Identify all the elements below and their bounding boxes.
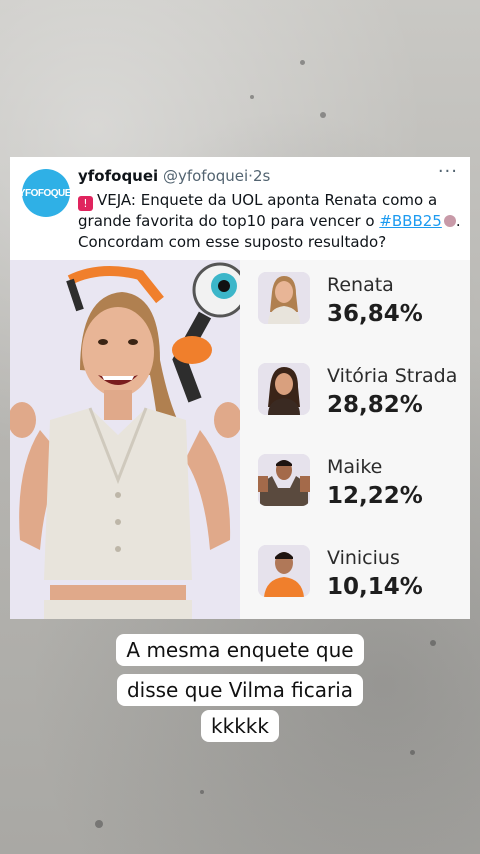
- renata-celebration-photo: [10, 260, 240, 619]
- caption-text: A mesma enquete que: [116, 634, 364, 666]
- candidate-portrait: [258, 454, 310, 506]
- poll-results: Renata 36,84% Vitória Strada 28,82% Maik…: [240, 260, 470, 619]
- candidate-photo: [258, 545, 310, 597]
- poll-result-row: Vinicius 10,14%: [248, 545, 470, 615]
- poll-result-row: Renata 36,84%: [248, 272, 470, 342]
- candidate-percent: 28,82%: [327, 392, 423, 418]
- timestamp[interactable]: 2s: [253, 167, 270, 185]
- candidate-photo: [258, 454, 310, 506]
- caption-text: kkkkk: [201, 710, 279, 742]
- tweet-text: ! VEJA: Enquete da UOL aponta Renata como…: [78, 190, 462, 253]
- background-speck: [410, 750, 415, 755]
- display-name[interactable]: yfofoquei: [78, 167, 158, 185]
- candidate-photo: [258, 272, 310, 324]
- background-speck: [95, 820, 103, 828]
- candidate-portrait: [258, 363, 310, 415]
- candidate-name: Renata: [327, 274, 394, 296]
- emoji-icon: [443, 215, 456, 227]
- candidate-name: Vitória Strada: [327, 365, 458, 387]
- poll-result-row: Maike 12,22%: [248, 454, 470, 524]
- background-speck: [300, 60, 305, 65]
- tweet-media[interactable]: Renata 36,84% Vitória Strada 28,82% Maik…: [10, 260, 470, 619]
- tweet-header: yfofoquei @yfofoquei·2s: [78, 167, 270, 185]
- background-speck: [200, 790, 204, 794]
- candidate-name: Vinicius: [327, 547, 400, 569]
- video-caption-line: A mesma enquete que: [0, 634, 480, 666]
- candidate-portrait: [258, 545, 310, 597]
- video-caption-line: disse que Vilma ficaria: [0, 674, 480, 706]
- candidate-portrait: [258, 272, 310, 324]
- user-handle[interactable]: @yfofoquei: [163, 167, 248, 185]
- candidate-percent: 10,14%: [327, 574, 423, 600]
- background-speck: [250, 95, 254, 99]
- photo-illustration: [10, 260, 240, 619]
- tweet-card[interactable]: YFOFOQUEI yfofoquei @yfofoquei·2s ··· ! V…: [10, 157, 470, 619]
- hashtag-link[interactable]: #BBB25: [379, 212, 442, 230]
- candidate-percent: 12,22%: [327, 483, 423, 509]
- background-speck: [320, 112, 326, 118]
- profile-avatar[interactable]: YFOFOQUEI: [18, 169, 74, 217]
- more-options-icon[interactable]: ···: [438, 161, 458, 182]
- candidate-photo: [258, 363, 310, 415]
- video-caption-line: kkkkk: [0, 710, 480, 742]
- avatar-logo-text: YFOFOQUEI: [18, 187, 74, 199]
- candidate-percent: 36,84%: [327, 301, 423, 327]
- poll-result-row: Vitória Strada 28,82%: [248, 363, 470, 433]
- candidate-name: Maike: [327, 456, 383, 478]
- caption-text: disse que Vilma ficaria: [116, 674, 364, 706]
- siren-alert-icon: !: [78, 196, 93, 211]
